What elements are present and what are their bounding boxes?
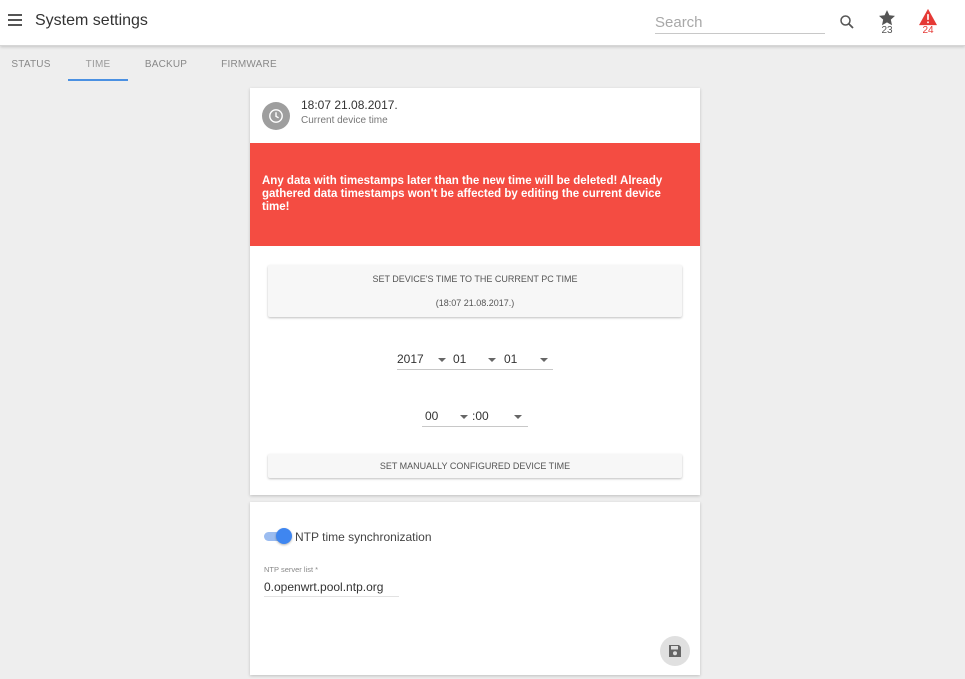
tab-bar: STATUS TIME BACKUP FIRMWARE	[0, 47, 600, 81]
ntp-server-list-input[interactable]	[264, 577, 399, 597]
page-title: System settings	[35, 12, 148, 29]
alert-icon[interactable]	[918, 8, 938, 26]
chevron-down-icon	[460, 415, 468, 419]
ntp-settings-card: NTP time synchronization NTP server list…	[250, 502, 700, 675]
set-pc-time-button[interactable]: SET DEVICE'S TIME TO THE CURRENT PC TIME…	[268, 265, 682, 317]
warning-banner: Any data with timestamps later than the …	[250, 143, 700, 246]
year-select[interactable]: 2017	[397, 350, 449, 370]
top-app-bar: System settings 23 24	[0, 0, 965, 46]
current-device-time: 18:07 21.08.2017.	[301, 98, 398, 112]
toggle-knob	[276, 528, 292, 544]
warning-text: Any data with timestamps later than the …	[262, 175, 663, 213]
alerts-count-badge: 24	[922, 25, 934, 36]
ntp-toggle-label: NTP time synchronization	[295, 530, 432, 544]
chevron-down-icon	[514, 415, 522, 419]
month-select[interactable]: 01	[449, 350, 501, 370]
month-value: 01	[453, 352, 467, 366]
minute-select[interactable]: :00	[472, 407, 528, 427]
tab-backup[interactable]: BACKUP	[136, 47, 196, 81]
set-pc-time-label: SET DEVICE'S TIME TO THE CURRENT PC TIME	[372, 274, 578, 284]
tab-status[interactable]: STATUS	[0, 47, 62, 81]
chevron-down-icon	[540, 358, 548, 362]
day-select[interactable]: 01	[501, 350, 553, 370]
save-icon	[669, 645, 681, 657]
search-icon[interactable]	[838, 13, 856, 31]
clock-icon	[262, 102, 290, 130]
save-button[interactable]	[660, 636, 690, 666]
current-device-time-caption: Current device time	[301, 115, 388, 126]
search-input[interactable]	[655, 12, 825, 34]
year-value: 2017	[397, 352, 424, 366]
chevron-down-icon	[438, 358, 446, 362]
hour-select[interactable]: 00	[422, 407, 472, 427]
hour-value: 00	[425, 409, 439, 423]
set-manual-time-button[interactable]: SET MANUALLY CONFIGURED DEVICE TIME	[268, 454, 682, 478]
tab-time[interactable]: TIME	[68, 47, 128, 81]
minute-value: :00	[472, 409, 489, 423]
day-value: 01	[504, 352, 518, 366]
menu-icon[interactable]	[8, 14, 24, 30]
set-pc-time-value: (18:07 21.08.2017.)	[435, 298, 515, 308]
chevron-down-icon	[488, 358, 496, 362]
favorites-count-badge: 23	[881, 25, 893, 36]
time-settings-card: 18:07 21.08.2017. Current device time An…	[250, 88, 700, 495]
ntp-server-list-label: NTP server list *	[264, 565, 319, 574]
ntp-toggle[interactable]	[262, 528, 292, 544]
tab-firmware[interactable]: FIRMWARE	[212, 47, 286, 81]
